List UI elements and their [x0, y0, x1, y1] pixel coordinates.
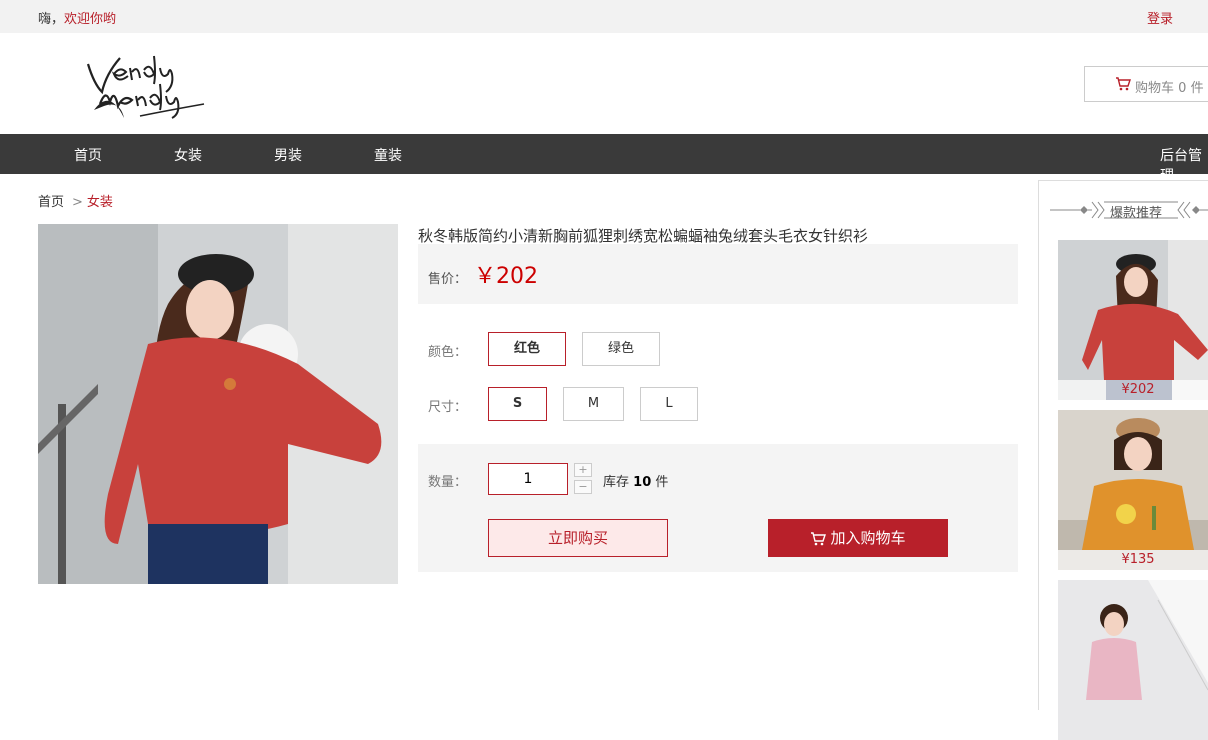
- quantity-input[interactable]: [488, 463, 568, 495]
- recommend-item[interactable]: [1058, 580, 1208, 740]
- nav-item-admin[interactable]: 后台管理: [1160, 145, 1208, 185]
- breadcrumb-separator: >: [72, 195, 83, 210]
- nav-item-home[interactable]: 首页: [74, 145, 102, 165]
- color-label: 颜色：: [428, 345, 468, 360]
- color-option-green[interactable]: 绿色: [582, 332, 660, 366]
- product-title: 秋冬韩版简约小清新胸前狐狸刺绣宽松蝙蝠袖兔绒套头毛衣女针织衫: [418, 227, 869, 245]
- nav-item-kids[interactable]: 童装: [374, 145, 402, 165]
- recommend-item[interactable]: ¥135: [1058, 410, 1208, 570]
- breadcrumb-home[interactable]: 首页: [38, 195, 64, 210]
- size-label: 尺寸：: [428, 400, 468, 415]
- nav-item-women[interactable]: 女装: [174, 145, 202, 165]
- login-link[interactable]: 登录: [1147, 8, 1173, 27]
- size-option-s[interactable]: S: [488, 387, 547, 421]
- stock-count: 10: [633, 475, 652, 490]
- sidebar-header: 爆款推荐: [1050, 199, 1208, 221]
- price-label: 售价：: [428, 272, 468, 287]
- welcome-text: 嗨，欢迎你哟: [38, 8, 116, 27]
- recommend-item[interactable]: ¥202: [1058, 240, 1208, 400]
- size-option-l[interactable]: L: [640, 387, 698, 421]
- buy-now-button[interactable]: 立即购买: [488, 519, 668, 557]
- quantity-increase-button[interactable]: +: [574, 463, 592, 477]
- stock-info: 库存 10 件: [603, 471, 668, 490]
- sidebar-title: 爆款推荐: [1110, 206, 1163, 221]
- recommend-price: ¥202: [1058, 380, 1208, 400]
- nav-item-men[interactable]: 男装: [274, 145, 302, 165]
- cart-icon: [1116, 77, 1131, 91]
- add-to-cart-label: 加入购物车: [830, 529, 906, 547]
- welcome-highlight: 欢迎你哟: [64, 12, 117, 27]
- stock-unit: 件: [655, 475, 669, 490]
- product-main-image: [38, 224, 398, 584]
- recommend-price: ¥135: [1058, 550, 1208, 570]
- brand-logo[interactable]: [80, 44, 210, 124]
- cart-count: 0: [1178, 81, 1187, 96]
- greeting-text: 嗨，: [38, 12, 65, 27]
- add-to-cart-button[interactable]: 加入购物车: [768, 519, 948, 557]
- main-nav: 首页 女装 男装 童装 后台管理: [0, 134, 1208, 184]
- stock-prefix: 库存: [603, 475, 630, 490]
- size-option-m[interactable]: M: [563, 387, 624, 421]
- cart-label: 购物车: [1135, 81, 1175, 96]
- price-panel: 售价： ￥202: [418, 244, 1018, 304]
- cart-button[interactable]: 购物车 0 件: [1084, 66, 1208, 102]
- breadcrumb: 首页 > 女装: [38, 191, 113, 210]
- price-value: ￥202: [474, 264, 538, 289]
- quantity-label: 数量：: [428, 475, 468, 490]
- cart-icon: [811, 532, 827, 546]
- quantity-decrease-button[interactable]: −: [574, 480, 592, 494]
- breadcrumb-current[interactable]: 女装: [87, 195, 113, 210]
- top-bar: 嗨，欢迎你哟 登录: [0, 0, 1208, 33]
- cart-unit: 件: [1190, 81, 1204, 96]
- color-option-red[interactable]: 红色: [488, 332, 566, 366]
